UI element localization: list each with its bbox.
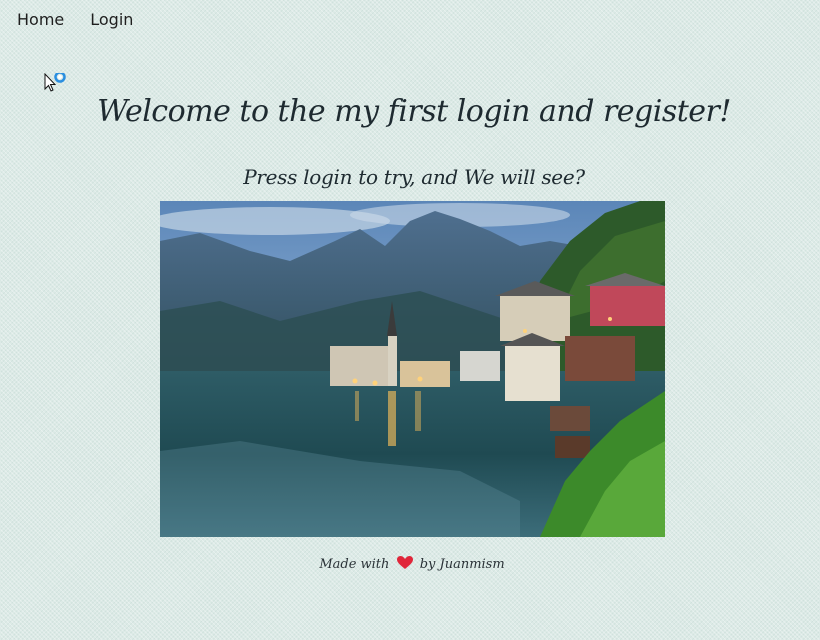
nav-home-link[interactable]: Home	[17, 10, 64, 29]
top-nav: Home Login	[17, 10, 133, 29]
footer: Made with by Juanmism	[0, 556, 820, 574]
hero-image	[160, 201, 665, 537]
nav-login-link[interactable]: Login	[90, 10, 133, 29]
heart-icon	[396, 556, 413, 574]
footer-author: by Juanmism	[419, 557, 505, 572]
footer-made-with: Made with	[319, 557, 390, 572]
page-title: Welcome to the my first login and regist…	[97, 94, 731, 129]
page-subtitle: Press login to try, and We will see?	[243, 165, 585, 189]
